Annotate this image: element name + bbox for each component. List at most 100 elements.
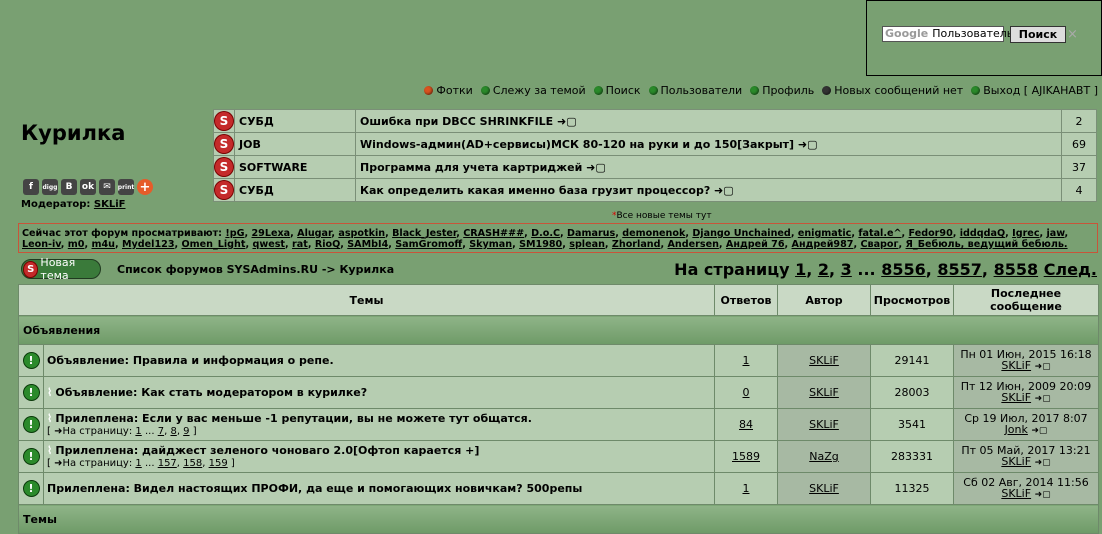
share-icon[interactable]: print (118, 179, 134, 195)
topic-replies[interactable]: 1 (743, 482, 750, 495)
viewer-user-link[interactable]: Zhorland (612, 239, 661, 250)
viewer-user-link[interactable]: rat (292, 239, 308, 250)
share-icon[interactable]: ✉ (99, 179, 115, 195)
breadcrumb[interactable]: Список форумов SYSAdmins.RU -> Курилка (117, 263, 394, 276)
page-link[interactable]: 8556 (881, 260, 926, 279)
share-icon[interactable]: ok (80, 179, 96, 195)
viewer-user-link[interactable]: Leon-iv (22, 239, 61, 250)
topic-page-link[interactable]: 159 (209, 458, 228, 469)
viewer-user-link[interactable]: Я_Бебюль, ведущий бебюль. (906, 239, 1068, 250)
topic-author[interactable]: SKLiF (809, 354, 839, 367)
topic-author[interactable]: SKLiF (809, 386, 839, 399)
viewer-user-link[interactable]: Andersen (668, 239, 719, 250)
viewer-user-link[interactable]: Skyman (469, 239, 512, 250)
hot-topic-title[interactable]: Программа для учета картриджей ➜▢ (355, 155, 1062, 179)
viewer-user-link[interactable]: qwest (252, 239, 285, 250)
nav-item[interactable]: Новых сообщений нет (822, 84, 963, 97)
viewer-user-link[interactable]: 29Lexa (252, 228, 291, 239)
go-to-post-icon[interactable]: ➜▢ (1035, 362, 1051, 372)
share-icon[interactable]: + (137, 179, 153, 195)
page-link[interactable]: 3 (841, 260, 852, 279)
nav-item[interactable]: Поиск (593, 84, 641, 97)
page-link[interactable]: 1 (795, 260, 806, 279)
last-post-user[interactable]: SKLiF (1001, 455, 1031, 468)
viewer-user-link[interactable]: Mydel123 (122, 239, 175, 250)
google-search-button[interactable]: Поиск (1010, 26, 1066, 43)
viewer-user-link[interactable]: m4u (91, 239, 115, 250)
moderator-link[interactable]: SKLiF (94, 199, 126, 210)
last-post-user[interactable]: SKLiF (1001, 359, 1031, 372)
nav-item[interactable]: Фотки (424, 84, 473, 97)
viewer-user-link[interactable]: jaw (1047, 228, 1065, 239)
topic-author[interactable]: SKLiF (809, 482, 839, 495)
topic-replies[interactable]: 0 (743, 386, 750, 399)
viewer-user-link[interactable]: Django Unchained (692, 228, 790, 239)
viewer-user-link[interactable]: Black_Jester (392, 228, 456, 239)
nav-item[interactable]: Профиль (750, 84, 814, 97)
go-to-post-icon[interactable]: ➜▢ (1035, 394, 1051, 404)
hot-topic-category[interactable]: СУБД (234, 178, 356, 202)
viewer-user-link[interactable]: SM1980 (519, 239, 562, 250)
nav-item[interactable]: Пользователи (648, 84, 742, 97)
last-post-user[interactable]: SKLiF (1001, 487, 1031, 500)
page-link[interactable]: 8558 (994, 260, 1039, 279)
viewer-user-link[interactable]: fatal.e^ (858, 228, 901, 239)
topic-replies[interactable]: 1589 (732, 450, 760, 463)
viewer-user-link[interactable]: Damarus (567, 228, 615, 239)
viewer-user-link[interactable]: Alugar (297, 228, 331, 239)
viewer-user-link[interactable]: Omen_Light (182, 239, 246, 250)
hot-topic-title[interactable]: Windows-админ(AD+сервисы)МСК 80-120 на р… (355, 132, 1062, 156)
new-topic-button[interactable]: S Новая тема (21, 256, 101, 282)
viewer-user-link[interactable]: splean (569, 239, 605, 250)
topic-replies[interactable]: 1 (743, 354, 750, 367)
topic-title[interactable]: Объявление: Как стать модератором в кури… (55, 386, 367, 399)
go-to-post-icon[interactable]: ➜▢ (1031, 426, 1047, 436)
topic-title[interactable]: Объявление: Правила и информация о репе. (47, 354, 334, 367)
hot-topic-title[interactable]: Как определить какая именно база грузит … (355, 178, 1062, 202)
viewer-user-link[interactable]: iddqdaQ (960, 228, 1005, 239)
topic-title[interactable]: Прилеплена: Если у вас меньше -1 репутац… (55, 412, 532, 425)
share-icon[interactable]: digg (42, 179, 58, 195)
topic-page-link[interactable]: 1 (135, 458, 141, 469)
viewer-user-link[interactable]: m0 (68, 239, 85, 250)
share-icon[interactable]: B (61, 179, 77, 195)
last-post-user[interactable]: Jonk (1005, 423, 1028, 436)
viewer-user-link[interactable]: enigmatic (798, 228, 852, 239)
topic-page-link[interactable]: 1 (135, 426, 141, 437)
viewer-user-link[interactable]: Igrec (1012, 228, 1039, 239)
page-link[interactable]: 2 (818, 260, 829, 279)
topic-page-link[interactable]: 7 (158, 426, 164, 437)
all-new-topics-link[interactable]: *Все новые темы тут (612, 211, 712, 221)
nav-item[interactable]: Слежу за темой (480, 84, 586, 97)
go-to-post-icon[interactable]: ➜▢ (1035, 490, 1051, 500)
go-to-post-icon[interactable]: ➜▢ (1035, 458, 1051, 468)
topic-page-link[interactable]: 9 (183, 426, 189, 437)
close-icon[interactable]: × (1067, 27, 1078, 42)
topic-page-link[interactable]: 8 (170, 426, 176, 437)
topic-title[interactable]: Прилеплена: Видел настоящих ПРОФИ, да ещ… (47, 482, 582, 495)
share-icon[interactable]: f (23, 179, 39, 195)
hot-topic-category[interactable]: SOFTWARE (234, 155, 356, 179)
hot-topic-category[interactable]: СУБД (234, 109, 356, 133)
viewer-user-link[interactable]: Сварог (860, 239, 898, 250)
viewer-user-link[interactable]: CRASH### (463, 228, 524, 239)
google-search-input[interactable]: Google Пользователь (882, 26, 1013, 42)
next-page-link[interactable]: След. (1044, 260, 1097, 279)
viewer-user-link[interactable]: SamGromoff (395, 239, 462, 250)
viewer-user-link[interactable]: RioQ (315, 239, 340, 250)
viewer-user-link[interactable]: Андрей987 (792, 239, 854, 250)
hot-topic-title[interactable]: Ошибка при DBCC SHRINKFILE ➜▢ (355, 109, 1062, 133)
last-post-user[interactable]: SKLiF (1001, 391, 1031, 404)
hot-topic-category[interactable]: JOB (234, 132, 356, 156)
topic-author[interactable]: SKLiF (809, 418, 839, 431)
viewer-user-link[interactable]: demonenok (622, 228, 685, 239)
nav-item[interactable]: Выход [ AJIKAHABT ] (971, 84, 1098, 97)
topic-page-link[interactable]: 158 (183, 458, 202, 469)
page-link[interactable]: 8557 (937, 260, 982, 279)
viewer-user-link[interactable]: D.o.C (531, 228, 560, 239)
topic-page-link[interactable]: 157 (158, 458, 177, 469)
viewer-user-link[interactable]: !pG (225, 228, 244, 239)
topic-author[interactable]: NaZg (809, 450, 839, 463)
viewer-user-link[interactable]: Андрей 76 (726, 239, 785, 250)
topic-title[interactable]: Прилеплена: дайджест зеленого чоноваго 2… (55, 444, 479, 457)
